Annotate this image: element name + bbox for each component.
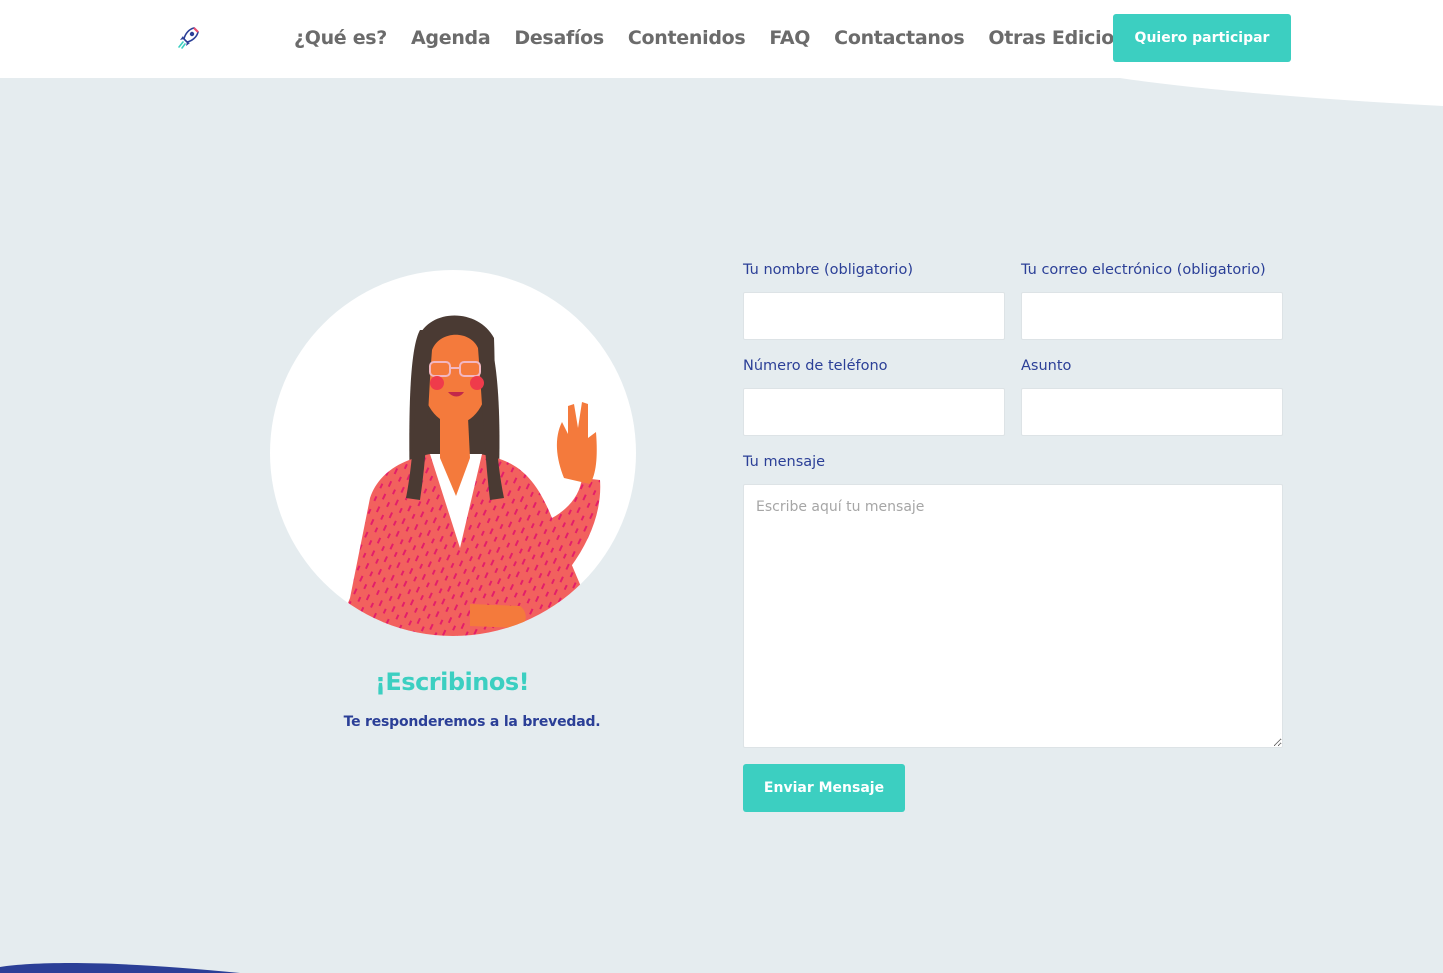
send-message-button[interactable]: Enviar Mensaje	[743, 764, 905, 812]
message-textarea[interactable]	[743, 484, 1283, 748]
subject-input[interactable]	[1021, 388, 1283, 436]
logo[interactable]	[172, 22, 204, 54]
nav-item-desafios[interactable]: Desafíos	[514, 27, 604, 49]
site-header: ¿Qué es? Agenda Desafíos Contenidos FAQ …	[0, 0, 1443, 78]
name-input[interactable]	[743, 292, 1005, 340]
phone-input[interactable]	[743, 388, 1005, 436]
subject-label: Asunto	[1021, 358, 1072, 374]
phone-label: Número de teléfono	[743, 358, 888, 374]
nav-item-contenidos[interactable]: Contenidos	[628, 27, 746, 49]
nav-item-agenda[interactable]: Agenda	[411, 27, 491, 49]
nav-item-faq[interactable]: FAQ	[769, 27, 810, 49]
contact-subtitle: Te responderemos a la brevedad.	[343, 714, 601, 730]
email-label: Tu correo electrónico (obligatorio)	[1021, 262, 1266, 278]
footer-wave-decoration	[0, 963, 240, 973]
message-label: Tu mensaje	[743, 454, 826, 470]
rocket-icon	[178, 27, 199, 49]
participate-button[interactable]: Quiero participar	[1113, 14, 1291, 62]
name-label: Tu nombre (obligatorio)	[743, 262, 913, 278]
contact-title: ¡Escribinos!	[374, 668, 530, 696]
main-nav: ¿Qué es? Agenda Desafíos Contenidos FAQ …	[294, 24, 1151, 52]
email-input[interactable]	[1021, 292, 1283, 340]
nav-item-contactanos[interactable]: Contactanos	[834, 27, 964, 49]
nav-item-que-es[interactable]: ¿Qué es?	[294, 27, 387, 49]
woman-waving-illustration	[270, 270, 636, 636]
